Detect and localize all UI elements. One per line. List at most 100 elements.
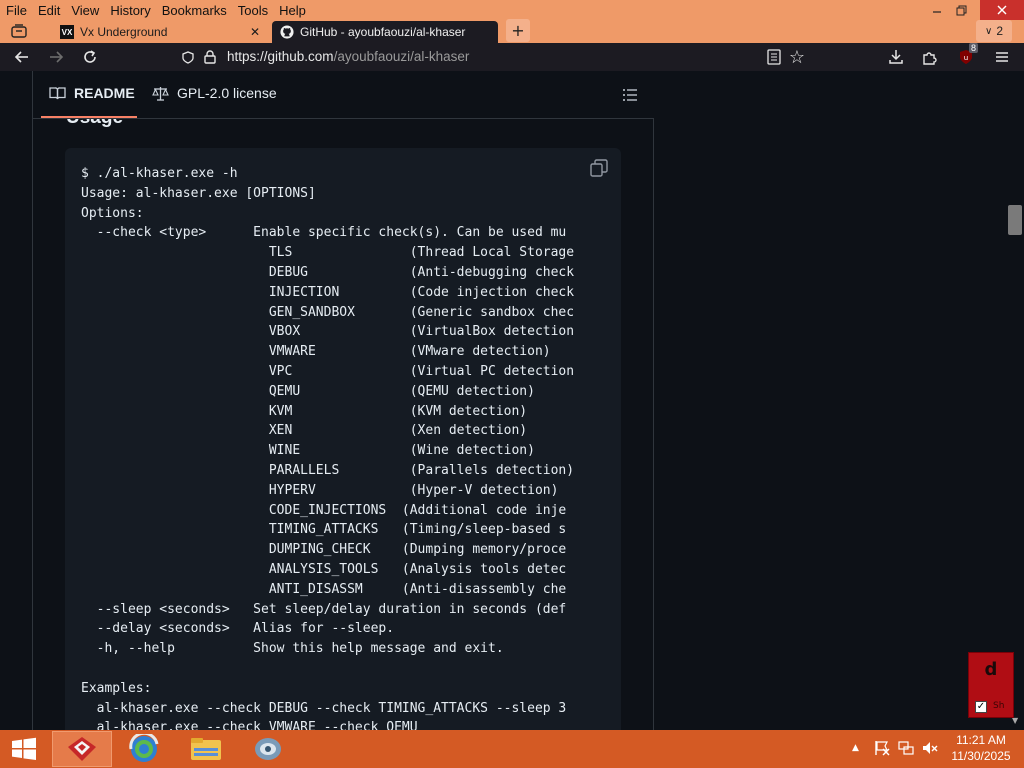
code-line: Usage: al-khaser.exe [OPTIONS]: [81, 185, 316, 201]
widget-checkbox[interactable]: ✓: [975, 701, 987, 713]
forward-arrow-icon: [50, 51, 64, 63]
code-line: ANALYSIS_TOOLS (Analysis tools detec: [81, 561, 567, 577]
scrollbar-thumb[interactable]: [1008, 205, 1022, 235]
tab-title: Vx Underground: [80, 25, 168, 39]
app-red-icon: [68, 737, 96, 761]
code-line: Options:: [81, 205, 144, 221]
plus-icon: +: [511, 21, 525, 40]
download-icon: [889, 50, 903, 64]
book-icon: [49, 87, 66, 100]
clock-time: 11:21 AM: [956, 733, 1006, 747]
url-host: https://github.com: [227, 49, 334, 64]
copy-icon: [590, 159, 608, 177]
hamburger-menu-icon: [996, 52, 1008, 62]
site-info-icon[interactable]: [176, 43, 200, 71]
outline-button[interactable]: [616, 81, 644, 109]
volume-muted-icon[interactable]: [922, 740, 938, 760]
code-line: TIMING_ATTACKS (Timing/sleep-based s: [81, 522, 567, 538]
tab-overview-button[interactable]: [6, 19, 32, 42]
menu-view[interactable]: View: [65, 3, 104, 18]
tab-strip: VX Vx Underground ✕ GitHub - ayoubfaouzi…: [0, 19, 1024, 43]
code-line: $ ./al-khaser.exe -h: [81, 166, 238, 181]
tray-overflow-icon[interactable]: ▲: [852, 743, 859, 753]
code-line: CODE_INJECTIONS (Additional code inje: [81, 502, 567, 518]
back-button[interactable]: [8, 43, 36, 71]
downloads-button[interactable]: [882, 43, 910, 71]
tab-readme[interactable]: README: [49, 85, 135, 101]
taskbar-browser[interactable]: [114, 731, 174, 767]
minimize-icon: [933, 11, 941, 13]
code-line: VMWARE (VMware detection): [81, 344, 551, 360]
svg-text:u: u: [964, 54, 968, 62]
code-line: INJECTION (Code injection check: [81, 284, 575, 300]
reload-icon: [84, 50, 96, 63]
flag-icon[interactable]: [874, 740, 890, 760]
code-line: Examples:: [81, 680, 152, 696]
menu-bookmarks[interactable]: Bookmarks: [156, 3, 232, 18]
readme-tab-label: README: [74, 85, 135, 101]
overlay-widget[interactable]: d ✓ Sh: [968, 652, 1014, 718]
navigation-bar: https://github.com/ayoubfaouzi/al-khaser…: [0, 43, 1024, 71]
star-icon: ☆: [788, 46, 806, 68]
menu-edit[interactable]: Edit: [32, 3, 65, 18]
taskbar-app-4[interactable]: [238, 731, 298, 767]
start-button[interactable]: [0, 731, 48, 767]
menu-history[interactable]: History: [104, 3, 155, 18]
code-line: XEN (Xen detection): [81, 423, 528, 439]
menu-tools[interactable]: Tools: [232, 3, 273, 18]
code-line: VBOX (VirtualBox detection: [81, 324, 575, 340]
close-window-button[interactable]: [980, 0, 1024, 20]
menu-help[interactable]: Help: [273, 3, 311, 18]
extension-badge: 8: [969, 43, 979, 53]
chevron-down-icon: ∨: [984, 25, 993, 37]
taskbar: ▲ 11:21 AM 11/30/2025: [0, 730, 1024, 768]
license-tab-label: GPL-2.0 license: [177, 85, 277, 101]
menu-file[interactable]: File: [0, 3, 32, 18]
tab-license[interactable]: GPL-2.0 license: [152, 85, 277, 101]
list-icon: [623, 89, 637, 101]
code-line: HYPERV (Hyper-V detection): [81, 482, 559, 498]
scale-icon: [152, 86, 169, 101]
scrollbar[interactable]: [1007, 71, 1024, 730]
browser-globe-icon: [129, 734, 159, 762]
code-line: ANTI_DISASSM (Anti-disassembly che: [81, 581, 567, 597]
network-icon[interactable]: [898, 740, 914, 760]
menu-bar: File Edit View History Bookmarks Tools H…: [0, 0, 1024, 20]
app-menu-button[interactable]: [988, 43, 1016, 71]
page-content: README GPL-2.0 license Usage $ ./al-khas…: [0, 71, 1024, 730]
folder-icon: [191, 738, 221, 760]
readme-tab-bar: README GPL-2.0 license: [33, 71, 654, 119]
forward-button[interactable]: [42, 43, 70, 71]
taskbar-app-1[interactable]: [52, 731, 112, 767]
active-tab-indicator: [41, 116, 137, 118]
ublock-button[interactable]: u 8: [952, 43, 980, 71]
copy-button[interactable]: [590, 159, 608, 177]
vx-favicon-icon: VX: [60, 25, 74, 39]
new-tab-button[interactable]: +: [506, 19, 530, 42]
taskbar-file-explorer[interactable]: [176, 731, 236, 767]
bookmark-button[interactable]: ☆: [783, 43, 811, 71]
system-clock[interactable]: 11:21 AM 11/30/2025: [945, 732, 1017, 764]
tab-github[interactable]: GitHub - ayoubfaouzi/al-khaser: [272, 21, 498, 43]
puzzle-icon: [923, 52, 937, 65]
url-text[interactable]: https://github.com/ayoubfaouzi/al-khaser: [227, 49, 469, 64]
tab-vx-underground[interactable]: VX Vx Underground ✕: [52, 21, 268, 43]
tab-count: 2: [996, 24, 1003, 38]
close-tab-icon[interactable]: ✕: [250, 25, 260, 39]
reader-view-icon: [767, 49, 781, 65]
gear-app-icon: [255, 738, 281, 760]
extensions-button[interactable]: [916, 43, 944, 71]
windows-logo-icon: [12, 737, 36, 760]
restore-button[interactable]: [946, 0, 976, 20]
back-arrow-icon: [14, 51, 28, 63]
widget-label: Sh: [993, 701, 1005, 711]
tab-list-button[interactable]: ∨ 2: [976, 20, 1012, 42]
code-line: TLS (Thread Local Storage: [81, 245, 575, 261]
reload-button[interactable]: [76, 43, 104, 71]
clock-date: 11/30/2025: [951, 749, 1011, 763]
lock-icon[interactable]: [198, 43, 222, 71]
code-line: QEMU (QEMU detection): [81, 383, 535, 399]
code-line: GEN_SANDBOX (Generic sandbox chec: [81, 304, 575, 320]
folder-tabs-icon: [11, 23, 27, 38]
